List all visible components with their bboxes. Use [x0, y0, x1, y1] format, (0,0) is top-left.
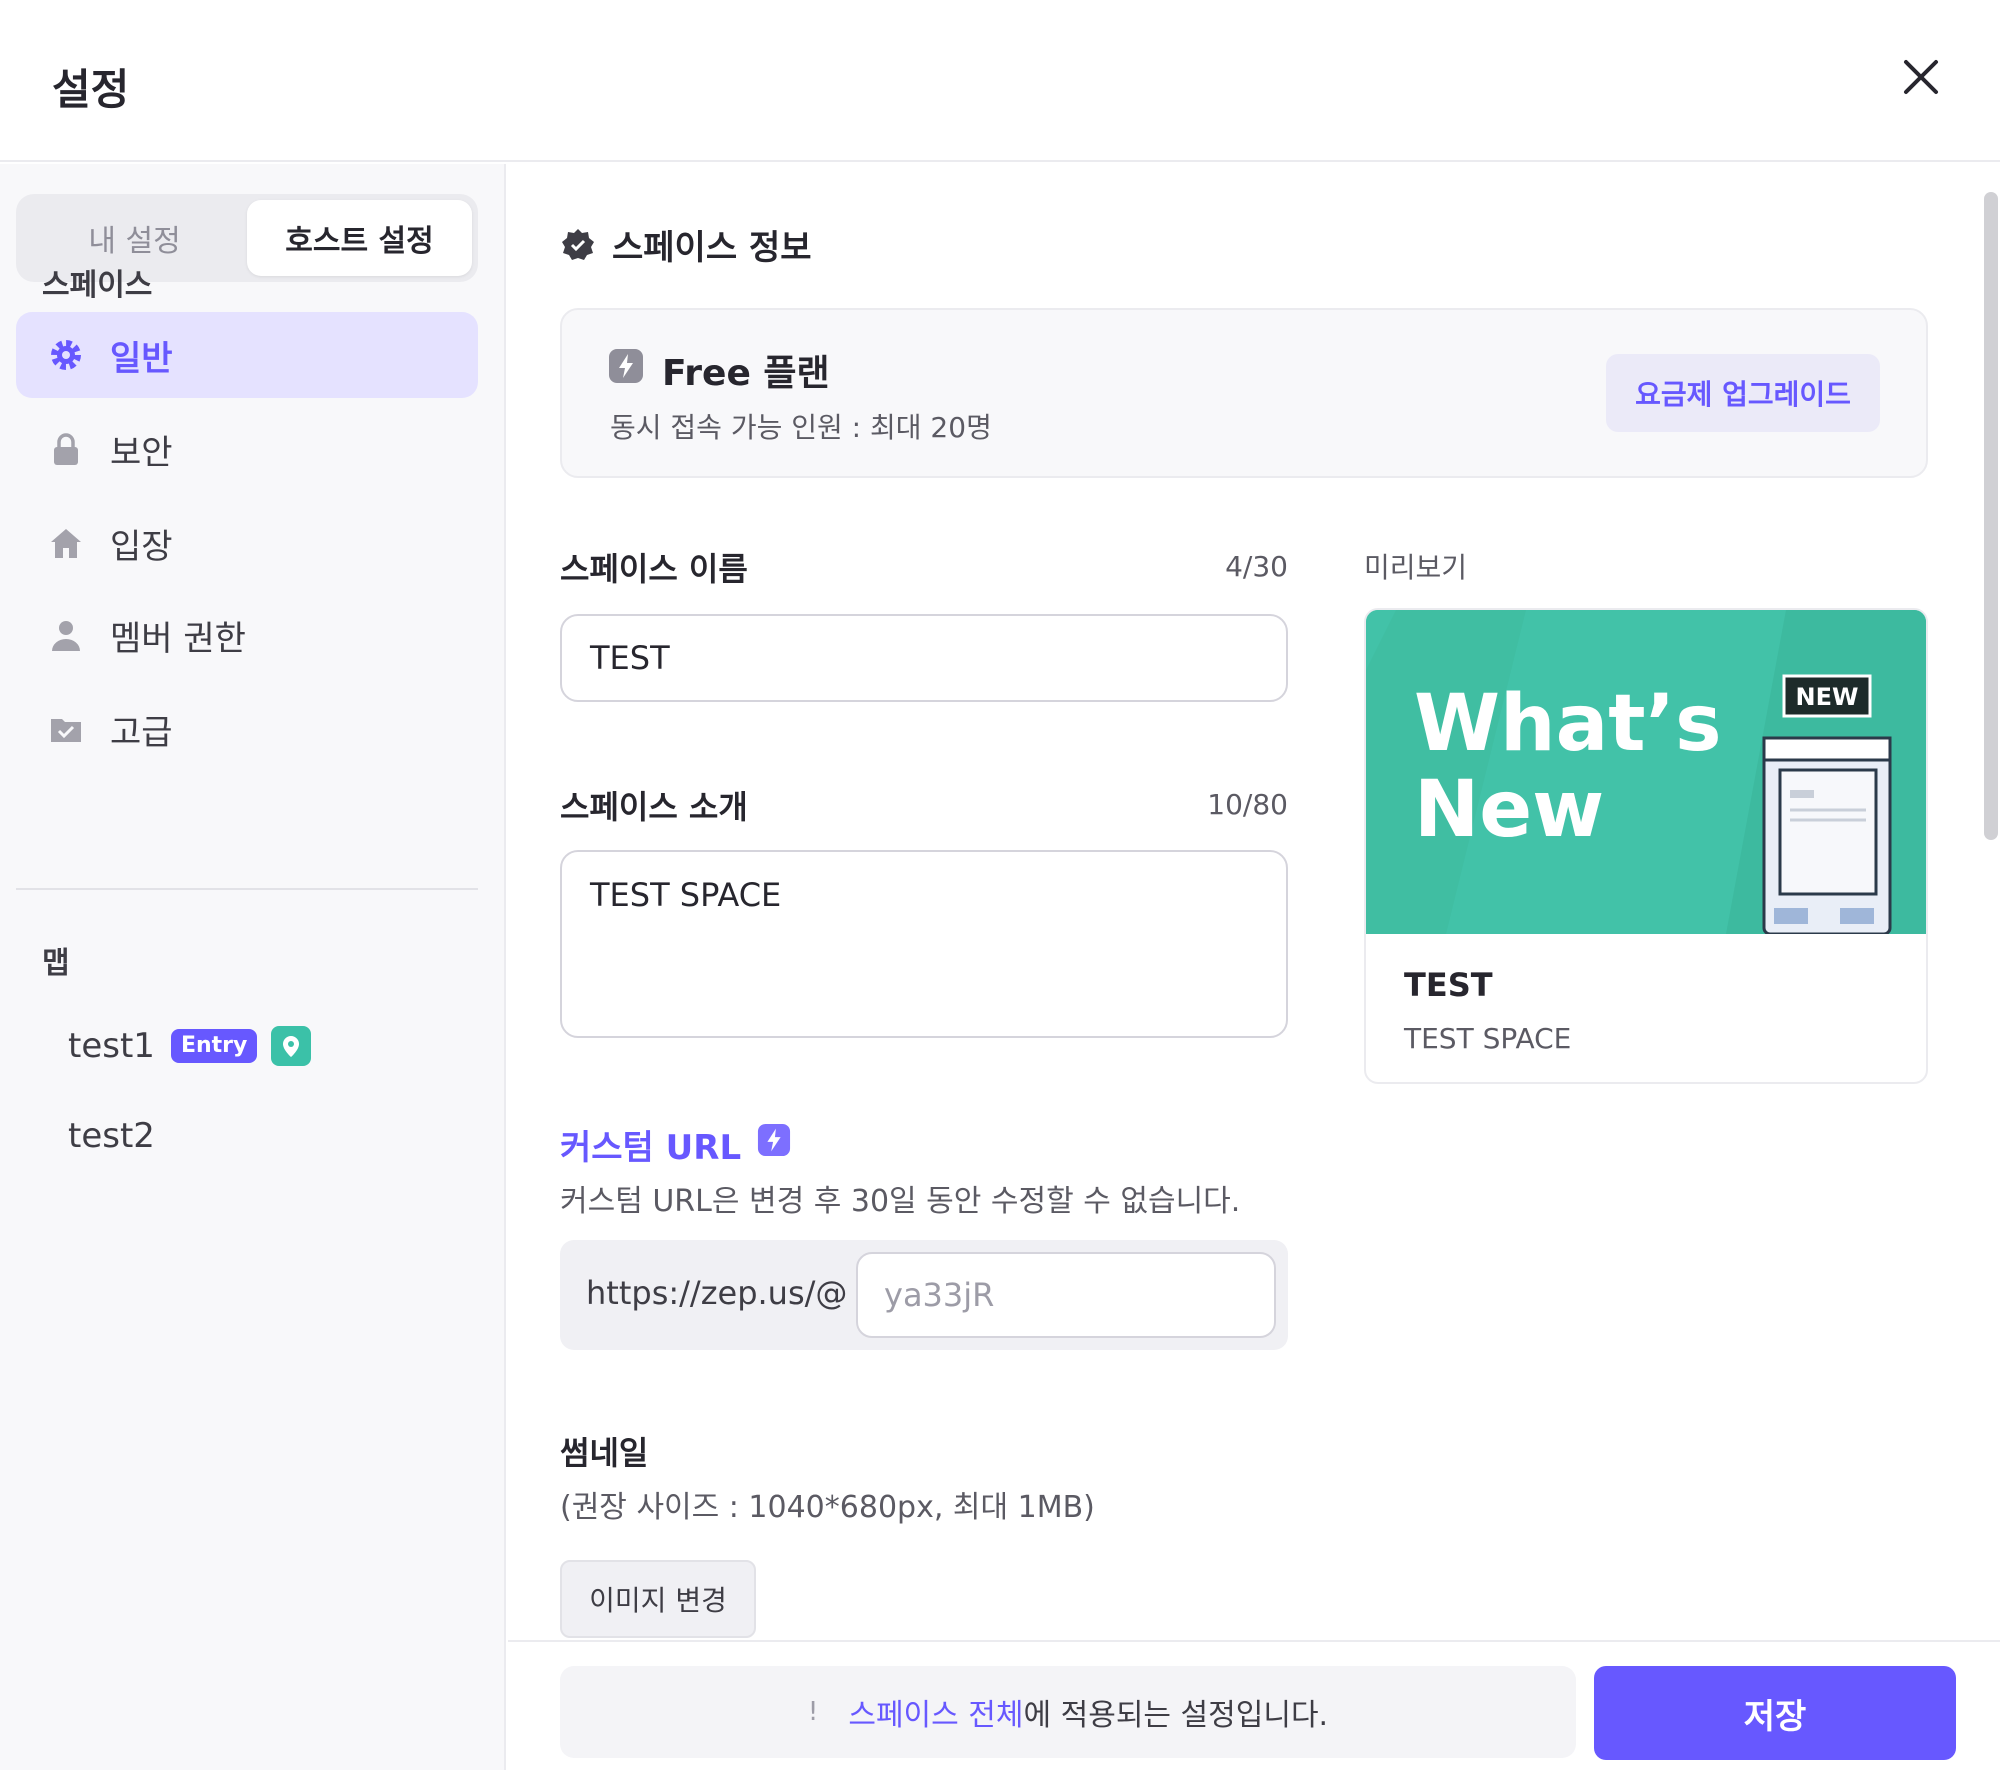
sidebar: 내 설정 호스트 설정 스페이스 일반 보안 입장 멤버 권한 고급 맵 tes… — [0, 164, 506, 1770]
map-item-test1[interactable]: test1 Entry — [68, 1026, 312, 1066]
banner-new-badge: NEW — [1796, 683, 1859, 711]
main-content[interactable]: 스페이스 정보 Free 플랜 동시 접속 가능 인원 : 최대 20명 요금제… — [508, 164, 2000, 1640]
lightning-icon — [608, 348, 644, 393]
change-image-button[interactable]: 이미지 변경 — [560, 1560, 756, 1638]
footer-bar: ! 스페이스 전체 에 적용되는 설정입니다. 저장 — [508, 1640, 2000, 1770]
custom-url-input[interactable]: ya33jR — [856, 1252, 1276, 1338]
banner-line2: New — [1414, 765, 1604, 855]
folder-icon — [48, 711, 84, 747]
whats-new-banner: What’s New NEW — [1366, 610, 1926, 934]
section-title: 스페이스 정보 — [612, 228, 812, 268]
map-item-test2[interactable]: test2 — [68, 1116, 155, 1156]
sidebar-item-label: 일반 — [110, 338, 173, 379]
plan-name-text: Free 플랜 — [662, 353, 830, 394]
save-button[interactable]: 저장 — [1594, 1666, 1956, 1760]
preview-thumbnail: What’s New NEW — [1366, 610, 1926, 934]
notice-mark: ! — [807, 1697, 819, 1727]
sidebar-item-label: 입장 — [110, 526, 173, 567]
space-intro-count: 10/80 — [1207, 788, 1288, 821]
map-name: test2 — [68, 1116, 155, 1156]
section-header: 스페이스 정보 — [560, 220, 812, 269]
map-name: test1 — [68, 1026, 155, 1066]
thumbnail-description: (권장 사이즈 : 1040*680px, 최대 1MB) — [560, 1490, 1095, 1525]
space-section-title: 스페이스 — [42, 268, 153, 303]
notice-text: 에 적용되는 설정입니다. — [1023, 1698, 1329, 1733]
space-name-count: 4/30 — [1225, 550, 1288, 583]
page-title: 설정 — [52, 65, 130, 114]
plan-description: 동시 접속 가능 인원 : 최대 20명 — [610, 411, 992, 444]
preview-description: TEST SPACE — [1404, 1022, 1572, 1055]
settings-header: 설정 — [0, 0, 2000, 162]
person-icon — [48, 617, 84, 653]
close-button[interactable] — [1896, 52, 1946, 102]
custom-url-title: 커스텀 URL — [560, 1120, 791, 1169]
sidebar-item-security[interactable]: 보안 — [16, 406, 478, 492]
settings-notice: ! 스페이스 전체 에 적용되는 설정입니다. — [560, 1666, 1576, 1758]
scrollbar-thumb[interactable] — [1984, 192, 1998, 840]
close-icon — [1904, 60, 1938, 94]
sidebar-item-general[interactable]: 일반 — [16, 312, 478, 398]
notice-highlight: 스페이스 전체 — [848, 1698, 1024, 1733]
preview-label: 미리보기 — [1364, 551, 1468, 584]
sidebar-item-label: 멤버 권한 — [110, 618, 246, 659]
gear-icon — [48, 337, 84, 373]
home-icon — [48, 525, 84, 561]
banner-line1: What’s — [1414, 679, 1722, 769]
space-intro-textarea[interactable]: TEST SPACE — [560, 850, 1288, 1038]
upgrade-plan-button[interactable]: 요금제 업그레이드 — [1606, 354, 1880, 432]
lock-icon — [48, 431, 84, 467]
url-prefix: https://zep.us/@ — [586, 1274, 848, 1312]
map-section-title: 맵 — [42, 946, 70, 981]
sidebar-item-advanced[interactable]: 고급 — [16, 686, 478, 772]
preview-title: TEST — [1404, 966, 1493, 1004]
custom-url-description: 커스텀 URL은 변경 후 30일 동안 수정할 수 없습니다. — [560, 1184, 1241, 1219]
verified-badge-icon — [562, 228, 594, 260]
lightning-icon — [757, 1123, 791, 1166]
sidebar-item-member-permissions[interactable]: 멤버 권한 — [16, 592, 478, 678]
custom-url-title-text: 커스텀 URL — [560, 1128, 742, 1168]
sidebar-item-entry[interactable]: 입장 — [16, 500, 478, 586]
location-pin-icon — [271, 1026, 312, 1066]
thumbnail-label: 썸네일 — [560, 1434, 649, 1472]
custom-url-field: https://zep.us/@ ya33jR — [560, 1240, 1288, 1350]
space-name-input[interactable]: TEST — [560, 614, 1288, 702]
plan-name: Free 플랜 — [608, 344, 830, 396]
sidebar-item-label: 보안 — [110, 432, 173, 473]
sidebar-divider — [16, 888, 478, 890]
entry-badge: Entry — [170, 1029, 258, 1063]
space-name-label: 스페이스 이름 — [560, 550, 748, 588]
space-intro-label: 스페이스 소개 — [560, 788, 748, 826]
preview-card: What’s New NEW TEST TEST SPACE — [1364, 608, 1928, 1084]
plan-card: Free 플랜 동시 접속 가능 인원 : 최대 20명 요금제 업그레이드 — [560, 308, 1928, 478]
tab-host-settings[interactable]: 호스트 설정 — [247, 200, 472, 276]
sidebar-item-label: 고급 — [110, 712, 173, 753]
